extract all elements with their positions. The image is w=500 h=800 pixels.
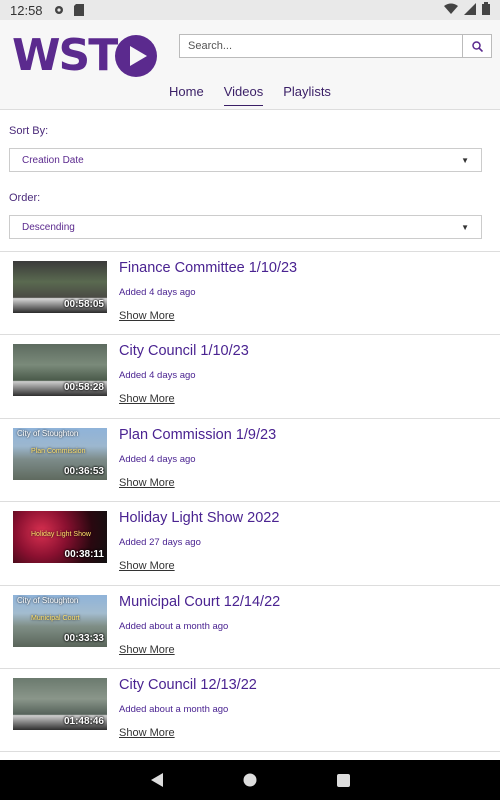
search-icon xyxy=(471,40,483,52)
wsto-logo[interactable]: WSTO xyxy=(12,32,157,80)
video-title[interactable]: City Council 12/13/22 xyxy=(119,677,257,693)
search-input[interactable] xyxy=(179,34,463,58)
wifi-icon xyxy=(444,3,458,18)
thumbnail-caption: City of Stoughton xyxy=(17,595,79,605)
video-title[interactable]: Holiday Light Show 2022 xyxy=(119,510,279,526)
status-time: 12:58 xyxy=(10,2,43,18)
video-added: Added 4 days ago xyxy=(119,287,196,298)
sort-by-label: Sort By: xyxy=(9,125,49,137)
video-item: 00:58:28 City Council 1/10/23 Added 4 da… xyxy=(0,335,500,419)
show-more-link[interactable]: Show More xyxy=(119,393,175,405)
sort-by-value: Creation Date xyxy=(22,154,84,166)
video-duration: 00:36:53 xyxy=(63,465,104,477)
sort-controls: Sort By: Creation Date ▼ Order: Descendi… xyxy=(0,110,500,252)
video-duration: 01:48:46 xyxy=(63,715,104,727)
status-bar: 12:58 xyxy=(0,0,500,20)
sort-by-select[interactable]: Creation Date ▼ xyxy=(9,148,482,172)
video-thumbnail[interactable]: 00:58:05 xyxy=(13,261,107,313)
order-value: Descending xyxy=(22,221,75,233)
video-thumbnail[interactable]: City of Stoughton Municipal Court 00:33:… xyxy=(13,594,107,647)
signal-icon xyxy=(464,2,476,18)
nav-home[interactable]: Home xyxy=(169,82,204,106)
video-added: Added about a month ago xyxy=(119,620,229,632)
video-title[interactable]: City Council 1/10/23 xyxy=(119,343,249,359)
video-duration: 00:58:28 xyxy=(63,382,104,394)
video-item: 00:58:05 Finance Committee 1/10/23 Added… xyxy=(0,252,500,336)
dropdown-arrow-icon: ▼ xyxy=(461,222,469,232)
settings-gear-icon xyxy=(53,4,65,16)
video-item: City of Stoughton Plan Commission 00:36:… xyxy=(0,418,500,503)
thumbnail-subcaption: Holiday Light Show xyxy=(31,531,91,539)
video-added: Added about a month ago xyxy=(119,703,229,715)
nav-playlists[interactable]: Playlists xyxy=(283,82,331,106)
video-thumbnail[interactable]: 01:48:46 xyxy=(13,677,107,730)
video-thumbnail[interactable]: City of Stoughton Plan Commission 00:36:… xyxy=(13,427,107,480)
back-icon[interactable] xyxy=(150,773,164,787)
show-more-link[interactable]: Show More xyxy=(119,310,175,322)
video-duration: 00:38:11 xyxy=(64,549,104,561)
thumbnail-subcaption: Municipal Court xyxy=(31,614,80,622)
sd-card-icon xyxy=(73,4,85,16)
home-icon[interactable] xyxy=(243,773,257,787)
show-more-link[interactable]: Show More xyxy=(119,644,175,656)
main-nav: Home Videos Playlists xyxy=(0,82,500,106)
thumbnail-caption: City of Stoughton xyxy=(17,428,79,438)
video-thumbnail[interactable]: 00:58:28 xyxy=(13,344,107,397)
dropdown-arrow-icon: ▼ xyxy=(461,155,469,165)
battery-icon xyxy=(482,2,490,18)
logo-play-icon xyxy=(115,35,157,77)
show-more-link[interactable]: Show More xyxy=(119,477,175,489)
order-select[interactable]: Descending ▼ xyxy=(9,215,482,239)
video-item: 01:48:46 City Council 12/13/22 Added abo… xyxy=(0,668,500,753)
video-thumbnail[interactable]: Holiday Light Show 00:38:11 xyxy=(13,511,107,564)
site-header: WSTO Home Videos Playlists xyxy=(0,20,500,110)
video-item: Holiday Light Show 00:38:11 Holiday Ligh… xyxy=(0,502,500,586)
video-added: Added 4 days ago xyxy=(119,370,196,382)
thumbnail-subcaption: Plan Commission xyxy=(31,447,86,455)
video-list: 00:58:05 Finance Committee 1/10/23 Added… xyxy=(0,252,500,753)
order-label: Order: xyxy=(9,192,41,204)
video-title[interactable]: Municipal Court 12/14/22 xyxy=(119,594,280,610)
video-added: Added 27 days ago xyxy=(119,537,201,549)
video-duration: 00:33:33 xyxy=(63,632,104,644)
nav-videos[interactable]: Videos xyxy=(223,82,264,106)
video-added: Added 4 days ago xyxy=(119,453,196,465)
system-nav-bar xyxy=(0,760,500,800)
show-more-link[interactable]: Show More xyxy=(119,727,175,739)
search-button[interactable] xyxy=(463,34,492,58)
video-duration: 00:58:05 xyxy=(63,299,104,310)
show-more-link[interactable]: Show More xyxy=(119,560,175,572)
video-title[interactable]: Finance Committee 1/10/23 xyxy=(119,260,297,276)
recents-icon[interactable] xyxy=(336,773,350,787)
video-title[interactable]: Plan Commission 1/9/23 xyxy=(119,427,276,443)
video-item: City of Stoughton Municipal Court 00:33:… xyxy=(0,585,500,669)
